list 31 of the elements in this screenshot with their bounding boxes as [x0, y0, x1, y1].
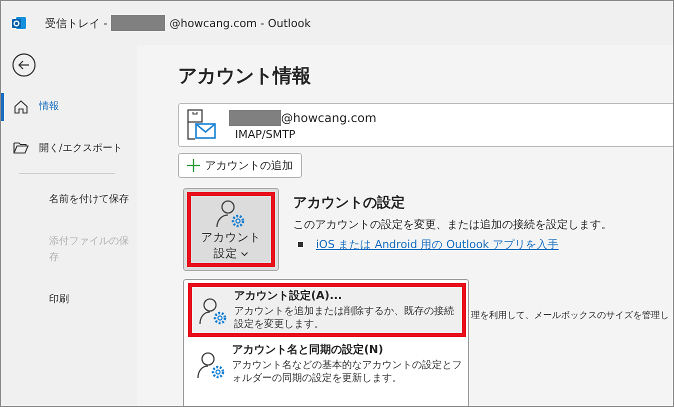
- mailbox-description: 理を利用して、メールボックスのサイズを管理し: [471, 311, 669, 321]
- app-download-link[interactable]: iOS または Android 用の Outlook アプリを入手: [316, 237, 559, 252]
- account-settings-button[interactable]: アカウント 設定: [183, 188, 279, 271]
- account-type: IMAP/SMTP: [234, 128, 296, 140]
- window-title: 受信トレイ -: [45, 16, 108, 30]
- plus-icon: [187, 159, 200, 172]
- user-gear-icon: [198, 296, 228, 326]
- chevron-down-icon: [241, 252, 248, 256]
- add-account-button[interactable]: アカウントの追加: [178, 153, 302, 178]
- menu-item[interactable]: アカウント設定(A)... アカウントを追加または削除するか、既存の接続設定を変更します。: [188, 283, 466, 337]
- sidebar-item[interactable]: 開く/エクスポート: [1, 135, 137, 163]
- back-icon[interactable]: [12, 53, 36, 77]
- redaction-block: [229, 110, 281, 126]
- home-icon: [13, 99, 29, 115]
- sidebar-item[interactable]: 印刷: [1, 286, 137, 314]
- mailbox-icon: [187, 109, 217, 141]
- section-title: アカウントの設定: [293, 194, 406, 212]
- bullet-icon: [298, 242, 303, 247]
- sidebar-item[interactable]: 情報: [1, 93, 137, 121]
- window-title: @howcang.com - Outlook: [169, 16, 311, 30]
- page-heading: アカウント情報: [178, 64, 311, 89]
- folder-icon: [13, 141, 29, 155]
- mail-app-icon: [11, 15, 27, 31]
- sidebar-item[interactable]: 名前を付けて保存: [1, 186, 137, 214]
- user-gear-icon: [196, 350, 226, 380]
- user-gear-icon: [215, 198, 247, 228]
- account-card[interactable]: @howcang.com IMAP/SMTP: [178, 103, 673, 147]
- menu-item[interactable]: アカウント名と同期の設定(N) アカウント名などの基本的なアカウントの設定とフォルダーの同期の設定を更新します。: [184, 337, 468, 391]
- section-description: このアカウントの設定を変更、または追加の接続を設定します。: [293, 217, 612, 232]
- account-email: @howcang.com: [281, 110, 376, 124]
- redaction-block: [111, 15, 166, 31]
